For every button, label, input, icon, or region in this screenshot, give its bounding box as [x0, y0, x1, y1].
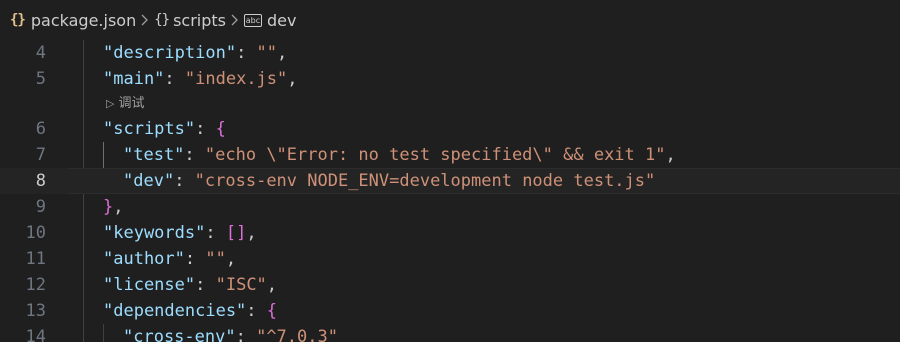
play-icon: ▷	[106, 97, 115, 110]
code-line[interactable]: 12 "license": "ISC",	[0, 272, 900, 298]
line-text: "test": "echo \"Error: no test specified…	[123, 145, 676, 165]
line-text: "license": "ISC",	[103, 275, 278, 295]
code-line[interactable]: 11 "author": "",	[0, 246, 900, 272]
line-text: "keywords": [],	[103, 223, 257, 243]
json-braces-icon: {}	[10, 12, 26, 28]
line-text: "description": "",	[103, 43, 288, 63]
breadcrumb-dev-label: dev	[266, 10, 297, 30]
debug-codelens-label: 调试	[118, 96, 145, 111]
code-line[interactable]: 13 "dependencies": {	[0, 298, 900, 324]
line-number: 8	[35, 171, 46, 191]
line-text: },	[103, 197, 124, 217]
string-abc-icon: abc	[243, 13, 262, 27]
line-number: 10	[25, 223, 46, 243]
line-number: 4	[35, 43, 46, 63]
line-number: 7	[35, 145, 46, 165]
breadcrumb-scripts-label: scripts	[173, 10, 226, 30]
breadcrumb-scripts[interactable]: {} scripts	[154, 11, 226, 30]
code-line[interactable]: 14 "cross-env": "^7.0.3"	[0, 324, 900, 342]
line-text: "main": "index.js",	[103, 69, 298, 89]
line-text: "author": "",	[103, 249, 237, 269]
code-line[interactable]: 9 },	[0, 194, 900, 220]
code-editor[interactable]: {} package.json {} scripts abc dev 4 "de…	[0, 0, 900, 342]
code-line[interactable]: 4 "description": "",	[0, 40, 900, 66]
chevron-right-icon	[230, 13, 240, 27]
breadcrumb-dev[interactable]: abc dev	[243, 10, 297, 30]
line-number: 12	[25, 275, 46, 295]
line-number: 11	[25, 249, 46, 269]
line-number: 5	[35, 69, 46, 89]
line-text: "dependencies": {	[103, 301, 278, 321]
line-number: 6	[35, 119, 46, 139]
code-line[interactable]: 5 "main": "index.js",	[0, 66, 900, 92]
code-line[interactable]: 10 "keywords": [],	[0, 220, 900, 246]
debug-codelens-link[interactable]: ▷ 调试	[106, 92, 144, 116]
code-area[interactable]: 4 "description": "", 5 "main": "index.js…	[0, 40, 900, 342]
breadcrumb: {} package.json {} scripts abc dev	[0, 0, 900, 40]
line-text: "scripts": {	[103, 119, 226, 139]
code-line[interactable]: 6 "scripts": {	[0, 116, 900, 142]
line-text: "dev": "cross-env NODE_ENV=development n…	[123, 171, 656, 191]
line-number: 14	[25, 327, 46, 342]
code-line[interactable]: 7 "test": "echo \"Error: no test specifi…	[0, 142, 900, 168]
breadcrumb-file[interactable]: {} package.json	[10, 11, 136, 30]
chevron-right-icon	[140, 13, 150, 27]
code-line-current[interactable]: 8 "dev": "cross-env NODE_ENV=development…	[0, 168, 900, 194]
line-number: 9	[35, 197, 46, 217]
debug-codelens: ▷ 调试	[0, 92, 900, 116]
breadcrumb-file-label: package.json	[30, 10, 137, 30]
line-text: "cross-env": "^7.0.3"	[123, 327, 338, 342]
object-braces-icon: {}	[154, 12, 170, 28]
line-number: 13	[25, 301, 46, 321]
